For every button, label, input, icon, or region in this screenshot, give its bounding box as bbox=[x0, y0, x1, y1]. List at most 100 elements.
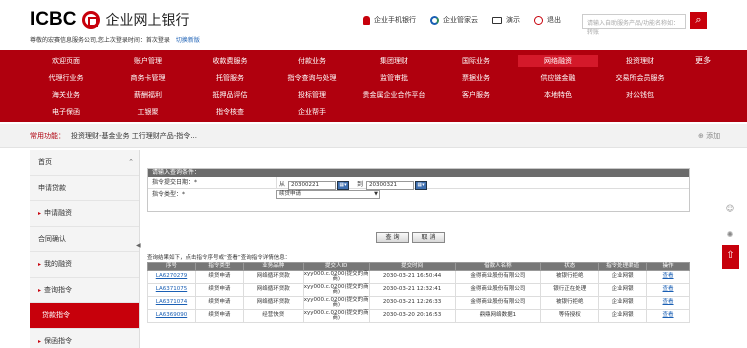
sidebar: 首页 ⌃ 申请贷款 ▸ 申请融资 合同确认 ▸ 我的融资 ▸ 查询指令 贷款指令 ▸ 保函指令 bbox=[30, 150, 140, 348]
table-cell: xyy000.c.0200(提交的商商) bbox=[302, 296, 370, 310]
table-cell: 网络循环贷款 bbox=[242, 296, 304, 310]
view-link[interactable]: 查看 bbox=[663, 273, 674, 280]
sidebar-item-label: 查询指令 bbox=[44, 285, 73, 294]
nav-item[interactable]: 贵金属企业合作平台 bbox=[354, 89, 434, 101]
nav-item[interactable]: 指令查询与处理 bbox=[272, 72, 352, 84]
arrow-up-icon: ⇧ bbox=[726, 250, 735, 261]
view-link[interactable]: 查看 bbox=[663, 312, 674, 319]
nav-item[interactable]: 电子保函 bbox=[26, 106, 106, 118]
results-tip: 查询结果如下，点击指令序号或“查看”查询指令详情信息： bbox=[147, 255, 291, 261]
instruction-id-link[interactable]: LA6270279 bbox=[156, 273, 187, 280]
search-button[interactable]: ⌕ bbox=[690, 12, 707, 29]
idea-icon[interactable]: ✺ bbox=[724, 230, 736, 242]
robot-icon[interactable]: ☺ bbox=[724, 204, 736, 216]
nav-item[interactable]: 监管审批 bbox=[354, 72, 434, 84]
logo[interactable]: ICBC 企业网上银行 bbox=[30, 9, 189, 31]
sidebar-item[interactable]: 贷款指令 bbox=[30, 303, 139, 329]
nav-item[interactable]: 薪酬福利 bbox=[108, 89, 188, 101]
nav-item[interactable]: 本地特色 bbox=[518, 89, 598, 101]
table-cell: 续贷申请 bbox=[194, 270, 244, 284]
instruction-id-link[interactable]: LA6369090 bbox=[156, 312, 187, 319]
nav-item[interactable]: 交易所会员服务 bbox=[600, 72, 680, 84]
type-select[interactable]: 续贷申请 bbox=[276, 190, 380, 199]
common-functions-bar: 常用功能： 投资理财-基金业务 工行理财产品-指令... ⊕ 添加 bbox=[0, 124, 747, 148]
search-input[interactable]: 请输入自助服务产品/功能名称如：转账 bbox=[582, 14, 686, 36]
nav-item[interactable]: 投标管理 bbox=[272, 89, 352, 101]
table-cell: 企业网银 bbox=[598, 309, 648, 323]
sidebar-toggle-icon[interactable]: ◀ bbox=[136, 242, 142, 256]
header: ICBC 企业网上银行 尊敬的宏赛信息服务公司,您上次登录时间：首次登录 切换新版… bbox=[0, 0, 747, 49]
nav-more-button[interactable]: 更多 bbox=[695, 55, 711, 66]
nav-item[interactable]: 工银聚 bbox=[108, 106, 188, 118]
column-header: 状态 bbox=[540, 262, 600, 271]
nav-item[interactable]: 海关业务 bbox=[26, 89, 106, 101]
nav-item[interactable]: 网络融资 bbox=[518, 55, 598, 67]
sidebar-item[interactable]: 首页 ⌃ bbox=[30, 150, 139, 176]
nav-item[interactable]: 托管服务 bbox=[190, 72, 270, 84]
nav-item[interactable]: 投资理财 bbox=[600, 55, 680, 67]
query-title: 请输入查询条件： bbox=[148, 169, 689, 177]
chevron-right-icon: ▸ bbox=[38, 261, 42, 268]
nav-item[interactable]: 国际业务 bbox=[436, 55, 516, 67]
nav-item[interactable]: 收款费服务 bbox=[190, 55, 270, 67]
back-to-top-button[interactable]: ⇧ bbox=[722, 245, 739, 269]
table-cell: 企业网银 bbox=[598, 283, 648, 297]
view-link[interactable]: 查看 bbox=[663, 286, 674, 293]
table-row: LA6369090 续贷申请 经营快贷 xyy000.c.0200(提交的商商) 203… bbox=[147, 309, 690, 323]
mobile-bank-link[interactable]: 企业手机银行 bbox=[363, 15, 416, 25]
collapse-icon[interactable]: ⌃ bbox=[128, 150, 134, 175]
nav-item[interactable]: 账户管理 bbox=[108, 55, 188, 67]
query-button[interactable]: 查 询 bbox=[376, 232, 409, 243]
icbc-page: ICBC 企业网上银行 尊敬的宏赛信息服务公司,您上次登录时间：首次登录 切换新版… bbox=[0, 0, 747, 348]
sidebar-item[interactable]: 申请贷款 bbox=[30, 176, 139, 201]
table-cell: 金得商业股份有限公司 bbox=[454, 270, 542, 284]
welcome-text: 尊敬的宏赛信息服务公司,您上次登录时间：首次登录 切换新版 bbox=[30, 35, 200, 44]
sidebar-item[interactable]: ▸ 保函指令 bbox=[30, 329, 139, 348]
instruction-id-link[interactable]: LA6371074 bbox=[156, 299, 187, 306]
logout-link[interactable]: 退出 bbox=[534, 15, 561, 25]
sidebar-item[interactable]: ▸ 申请融资 bbox=[30, 201, 139, 227]
table-row: LA6371074 续贷申请 网络循环贷款 xyy000.c.0200(提交的商商) 2… bbox=[147, 296, 690, 310]
cancel-button[interactable]: 取 消 bbox=[412, 232, 445, 243]
table-row: LA6270279 续贷申请 网络循环贷款 xyy000.c.0200(提交的商商) 2… bbox=[147, 270, 690, 284]
nav-item[interactable]: 商务卡管理 bbox=[108, 72, 188, 84]
phone-user-icon bbox=[363, 15, 370, 25]
sidebar-item-label: 保函指令 bbox=[44, 336, 73, 345]
sidebar-item[interactable]: 合同确认 bbox=[30, 227, 139, 252]
instruction-id-link[interactable]: LA6371075 bbox=[156, 286, 187, 293]
sidebar-item-label: 首页 bbox=[38, 158, 52, 166]
sidebar-item[interactable]: ▸ 查询指令 bbox=[30, 278, 139, 303]
icbc-logo-icon bbox=[82, 11, 101, 29]
cloud-label: 企业管家云 bbox=[443, 16, 478, 24]
query-panel: 请输入查询条件： 指令提交日期：* 从 20300221 ▦▾ 到 203003… bbox=[147, 168, 690, 212]
main-nav: 欢迎页面 账户管理 收款费服务 付款业务 集团理财 国际业务 网络融资 投资理财代理行业务 商务… bbox=[0, 50, 747, 122]
nav-item[interactable]: 集团理财 bbox=[354, 55, 434, 67]
nav-item[interactable]: 欢迎页面 bbox=[26, 55, 106, 67]
nav-item[interactable]: 指令核查 bbox=[190, 106, 270, 118]
nav-item[interactable]: 客户服务 bbox=[436, 89, 516, 101]
nav-item[interactable]: 企业帮手 bbox=[272, 106, 352, 118]
logo-cn: 企业网上银行 bbox=[105, 13, 190, 29]
type-label: 指令类型：* bbox=[152, 191, 186, 198]
sidebar-item[interactable]: ▸ 我的融资 bbox=[30, 252, 139, 278]
sidebar-item-label: 合同确认 bbox=[38, 234, 66, 243]
nav-item[interactable]: 对公钱包 bbox=[600, 89, 680, 101]
nav-item[interactable]: 供应链金融 bbox=[518, 72, 598, 84]
results-table: 序号 指令类型 业务品种 提交人ID 提交时间 借款人名称 状态 指令处理渠道 操作 LA627… bbox=[147, 262, 690, 323]
logout-label: 退出 bbox=[547, 16, 561, 24]
switch-version-link[interactable]: 切换新版 bbox=[176, 37, 200, 44]
date-field-cell: 从 20300221 ▦▾ 到 20300321 ▦▾ bbox=[276, 177, 691, 190]
view-link[interactable]: 查看 bbox=[663, 299, 674, 306]
date-label: 指令提交日期：* bbox=[152, 179, 198, 186]
add-common-button[interactable]: ⊕ 添加 bbox=[698, 131, 720, 141]
nav-item[interactable]: 抵押品评估 bbox=[190, 89, 270, 101]
common-items[interactable]: 投资理财-基金业务 工行理财产品-指令... bbox=[71, 132, 197, 140]
nav-item[interactable]: 代理行业务 bbox=[26, 72, 106, 84]
table-cell: 2030-03-21 12:32:41 bbox=[368, 283, 456, 297]
nav-item[interactable]: 付款业务 bbox=[272, 55, 352, 67]
nav-item[interactable]: 票据业务 bbox=[436, 72, 516, 84]
demo-link[interactable]: 演示 bbox=[492, 15, 520, 25]
cloud-link[interactable]: 企业管家云 bbox=[430, 15, 478, 25]
table-cell: 金得商业股份有限公司 bbox=[454, 283, 542, 297]
table-header-row: 序号 指令类型 业务品种 提交人ID 提交时间 借款人名称 状态 指令处理渠道 操作 bbox=[147, 262, 690, 271]
